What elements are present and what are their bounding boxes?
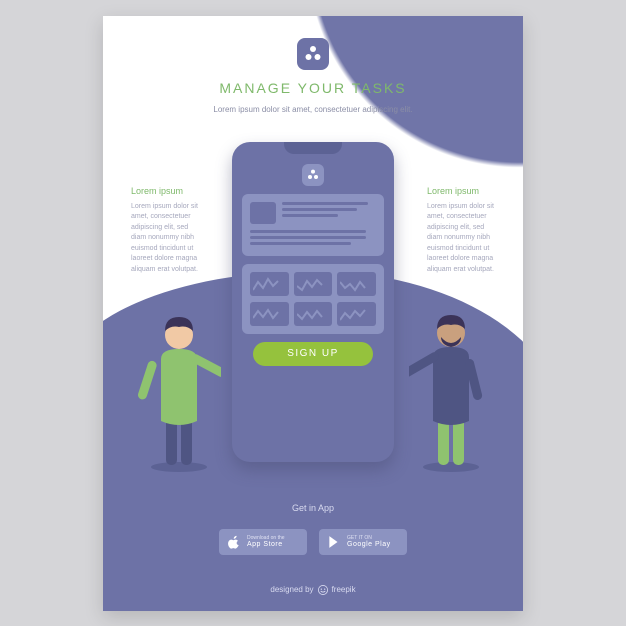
feature-block-left: Lorem ipsum Lorem ipsum dolor sit amet, …	[131, 186, 203, 276]
feature-right-title: Lorem ipsum	[427, 186, 499, 196]
app-store-big: App Store	[247, 541, 285, 548]
freepik-icon	[318, 585, 328, 595]
attribution-brand: freepik	[332, 585, 356, 594]
google-play-icon	[327, 535, 341, 549]
attribution: designed by freepik	[103, 585, 523, 595]
feature-right-text: Lorem ipsum dolor sit amet, consectetuer…	[427, 202, 499, 276]
mini-chart	[294, 302, 333, 326]
feature-left-text: Lorem ipsum dolor sit amet, consectetuer…	[131, 202, 203, 276]
card-thumbnail	[250, 202, 276, 224]
app-store-badge[interactable]: Download on the App Store	[219, 529, 307, 555]
page-title: MANAGE YOUR TASKS	[103, 80, 523, 96]
phone-notch	[284, 142, 342, 154]
mini-chart	[337, 302, 376, 326]
app-logo	[297, 38, 329, 70]
card-text-lines	[282, 202, 376, 224]
signup-button[interactable]: SIGN UP	[253, 342, 373, 366]
mini-chart	[337, 272, 376, 296]
mini-charts-row	[250, 272, 376, 296]
google-play-badge[interactable]: GET IT ON Google Play	[319, 529, 407, 555]
three-dots-logo-icon	[304, 45, 322, 63]
feature-left-title: Lorem ipsum	[131, 186, 203, 196]
mini-charts-row	[250, 302, 376, 326]
google-play-big: Google Play	[347, 541, 391, 548]
illustration-person-right	[409, 303, 493, 473]
page-subtitle: Lorem ipsum dolor sit amet, consectetuer…	[183, 104, 443, 116]
store-badges: Download on the App Store GET IT ON Goog…	[103, 529, 523, 555]
get-in-app-label: Get in App	[103, 503, 523, 513]
content-card-1	[242, 194, 384, 256]
feature-block-right: Lorem ipsum Lorem ipsum dolor sit amet, …	[427, 186, 499, 276]
mini-chart	[250, 272, 289, 296]
phone-app-logo	[302, 164, 324, 186]
mini-chart	[294, 272, 333, 296]
apple-icon	[227, 535, 241, 549]
phone-mockup: SIGN UP	[232, 142, 394, 462]
illustration-person-left	[137, 303, 221, 473]
attribution-text: designed by	[270, 585, 313, 594]
flyer-page: MANAGE YOUR TASKS Lorem ipsum dolor sit …	[103, 16, 523, 611]
three-dots-logo-icon	[307, 169, 319, 181]
mini-chart	[250, 302, 289, 326]
content-card-2	[242, 264, 384, 334]
